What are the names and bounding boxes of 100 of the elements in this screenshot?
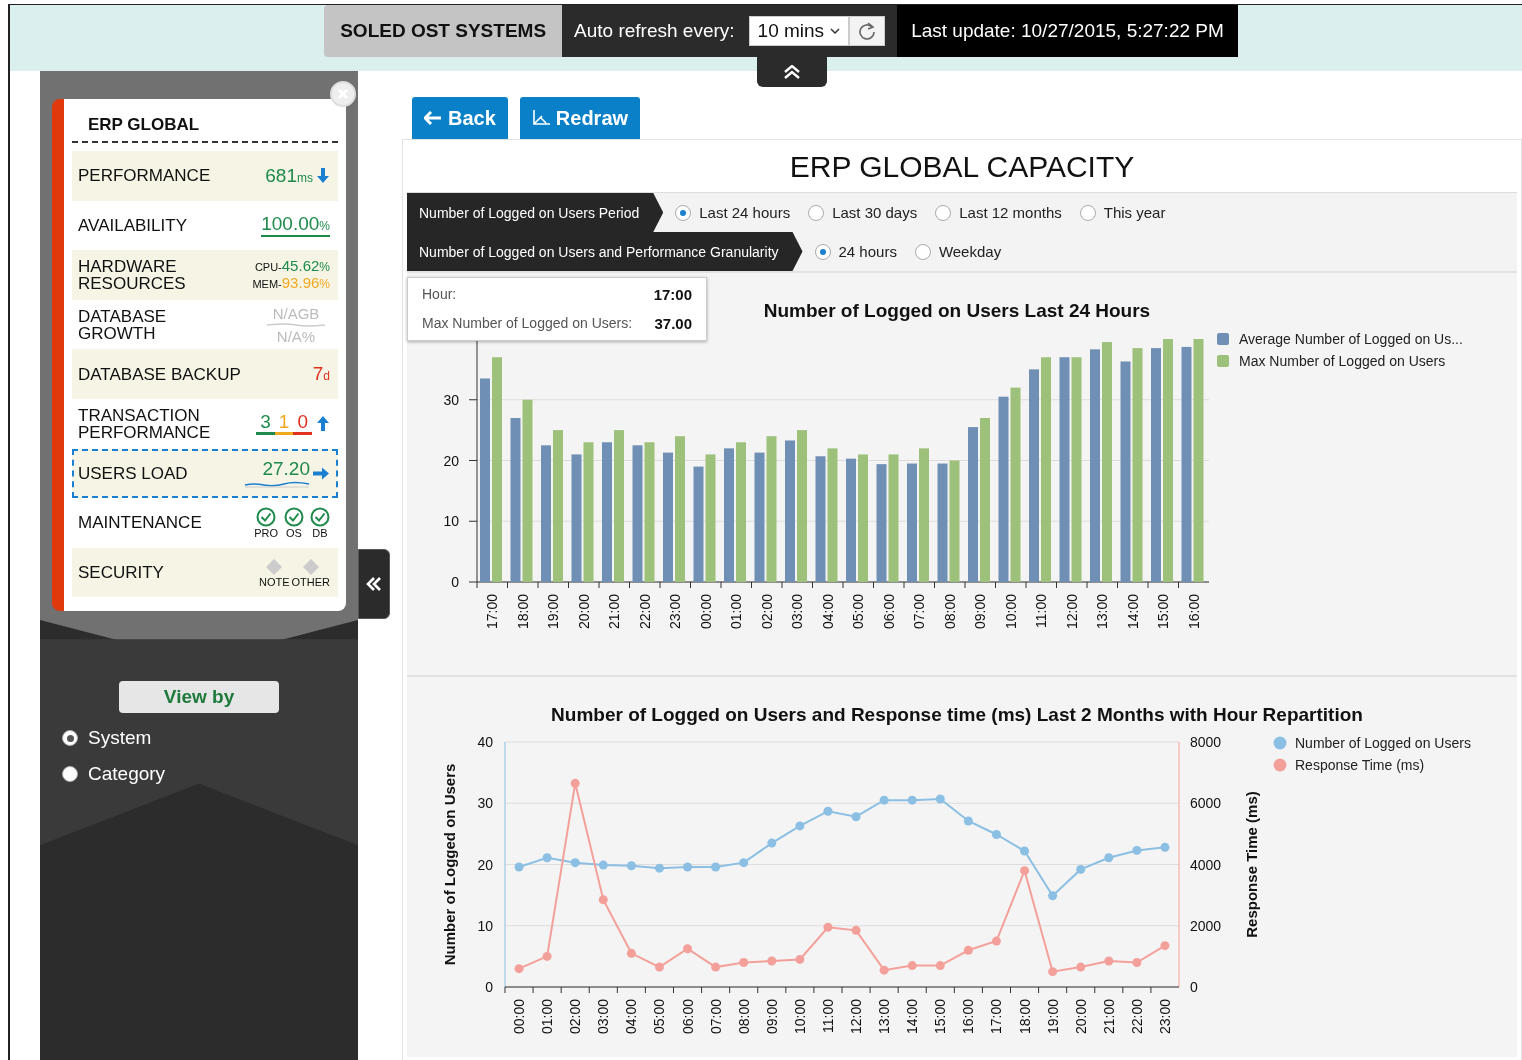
axis-label: 0 <box>1190 979 1198 995</box>
data-point <box>795 954 805 964</box>
axis-label: 11:00 <box>819 999 836 1033</box>
axis-label: 40 <box>477 734 493 750</box>
axis-label: 11:00 <box>1033 594 1050 628</box>
axis-label: 06:00 <box>679 999 696 1035</box>
filter-label: Number of Logged on Users and Performance Granularity <box>407 232 803 271</box>
axis-label: 2000 <box>1190 917 1222 934</box>
metric-label: USERS LOAD <box>78 464 189 482</box>
axis-label: 12:00 <box>1063 594 1080 630</box>
data-point <box>1076 864 1086 874</box>
radio-option[interactable]: This year <box>1079 204 1166 221</box>
axis-label: 20:00 <box>1072 999 1089 1035</box>
data-point <box>654 863 664 873</box>
axis-label: 16:00 <box>1185 594 1202 630</box>
data-point <box>626 948 636 958</box>
filter-label: Number of Logged on Users Period <box>407 193 664 232</box>
radio-button[interactable] <box>675 204 692 221</box>
axes-icon <box>531 110 550 126</box>
close-button[interactable] <box>330 81 356 107</box>
collapse-header-button[interactable] <box>757 57 828 87</box>
radio-option[interactable]: Category <box>62 763 336 786</box>
radio-option[interactable]: Last 30 days <box>808 204 918 221</box>
radio-option[interactable]: Last 24 hours <box>675 204 791 221</box>
data-point <box>851 812 861 822</box>
sparkline-icon <box>266 321 326 328</box>
axis-label: 10:00 <box>1002 594 1019 630</box>
data-point <box>795 821 805 831</box>
axis-label: 20 <box>443 452 459 469</box>
axis-label: 00:00 <box>511 999 528 1035</box>
check-label: PRO <box>254 526 278 539</box>
data-point <box>1076 962 1086 972</box>
data-point <box>851 925 861 935</box>
radio-button[interactable] <box>914 243 931 260</box>
radio-button[interactable] <box>62 766 78 783</box>
data-point <box>823 806 833 816</box>
metric-row[interactable]: PERFORMANCE 681ms <box>72 151 338 201</box>
axis-label: 10 <box>477 917 493 934</box>
redraw-button[interactable]: Redraw <box>519 97 641 139</box>
data-point <box>907 795 917 805</box>
metric-label: TRANSACTION PERFORMANCE <box>78 406 212 441</box>
axis-label: 0 <box>485 979 493 995</box>
axis-label: 02:00 <box>567 999 584 1035</box>
data-point <box>739 958 749 967</box>
axis-label: 30 <box>477 795 493 812</box>
axis-label: 6000 <box>1190 795 1222 812</box>
metric-row[interactable]: SECURITY NOTE OTHER <box>72 547 338 598</box>
chart-title: Number of Logged on Users and Response time (ms) Last 2 Months with Hour Repartition <box>551 704 1363 725</box>
legend-label: Number of Logged on Users <box>1295 735 1471 751</box>
radio-button[interactable] <box>808 204 825 221</box>
metric-label: MAINTENANCE <box>78 514 203 532</box>
refresh-icon <box>858 22 877 40</box>
axis-label: 21:00 <box>1100 999 1117 1035</box>
metric-label: DATABASE BACKUP <box>78 365 242 383</box>
axis-label: 4000 <box>1190 856 1222 873</box>
radio-option[interactable]: Weekday <box>914 243 1002 260</box>
data-point <box>1132 958 1142 967</box>
double-chevron-up-icon <box>783 65 802 79</box>
data-point <box>711 962 721 972</box>
check-label: DB <box>312 526 328 539</box>
refresh-button[interactable] <box>849 16 886 46</box>
check-circle-icon <box>310 506 330 527</box>
refresh-select[interactable]: 10 mins <box>748 16 850 46</box>
axis-label: 02:00 <box>758 594 775 630</box>
metric-value: CPU-45.62% <box>254 258 330 275</box>
metric-row[interactable]: USERS LOAD 27.20 <box>72 448 338 499</box>
axis-label: 06:00 <box>880 594 897 630</box>
data-point <box>907 961 917 971</box>
axis-label: 21:00 <box>606 594 623 630</box>
radio-button[interactable] <box>935 204 952 221</box>
radio-option[interactable]: 24 hours <box>814 243 897 260</box>
metric-row[interactable]: HARDWARE RESOURCES CPU-45.62% MEM-93.96% <box>72 250 338 300</box>
radio-option[interactable]: Last 12 months <box>935 204 1062 221</box>
data-point <box>1104 853 1114 863</box>
axis-label: 18:00 <box>514 594 531 630</box>
radio-button[interactable] <box>62 730 78 747</box>
axis-label: 05:00 <box>651 999 668 1035</box>
data-point <box>654 962 664 972</box>
data-point <box>1160 941 1170 951</box>
back-button[interactable]: Back <box>412 97 508 139</box>
legend-label: Max Number of Logged on Users <box>1239 353 1446 369</box>
radio-option[interactable]: System <box>62 727 336 750</box>
axis-label: 07:00 <box>707 999 724 1035</box>
data-point <box>823 922 833 932</box>
radio-button[interactable] <box>814 243 831 260</box>
data-point <box>598 860 608 870</box>
radio-button[interactable] <box>1079 204 1096 221</box>
metric-row[interactable]: DATABASE BACKUP 7d <box>72 349 338 399</box>
brand-name: SOLED OST SYSTEMS <box>324 5 563 57</box>
axis-label: 04:00 <box>819 594 836 630</box>
view-by-button[interactable]: View by <box>119 681 279 714</box>
data-point <box>1048 967 1058 977</box>
card-title: ERP GLOBAL <box>72 111 338 143</box>
data-point <box>963 816 973 826</box>
arrow-left-icon <box>424 111 442 125</box>
axis-label: 12:00 <box>848 999 865 1035</box>
collapse-sidebar-button[interactable] <box>358 549 390 619</box>
axis-label: 10 <box>443 513 459 530</box>
double-chevron-left-icon <box>366 577 382 591</box>
metric-value: MEM-93.96% <box>252 275 330 292</box>
